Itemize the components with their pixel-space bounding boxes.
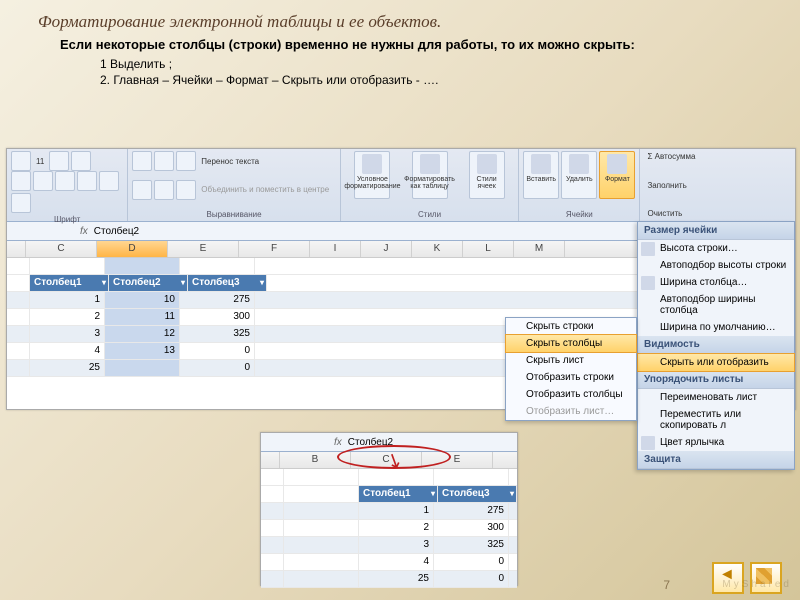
hdr3[interactable]: Столбец3: [188, 275, 267, 291]
border-button[interactable]: [77, 171, 97, 191]
shrink-font-button[interactable]: [71, 151, 91, 171]
menu-autofit-col[interactable]: Автоподбор ширины столбца: [638, 291, 794, 319]
fillcolor-button[interactable]: [99, 171, 119, 191]
row-height-icon: [641, 242, 655, 256]
italic-button[interactable]: [33, 171, 53, 191]
menu-hide-unhide[interactable]: Скрыть или отобразить: [637, 353, 795, 372]
format-table-button[interactable]: Форматировать как таблицу: [412, 151, 448, 199]
table-row: 40: [261, 554, 517, 571]
submenu-hide-cols[interactable]: Скрыть столбцы: [505, 334, 637, 353]
selectall-2[interactable]: [261, 452, 280, 468]
col-i[interactable]: I: [310, 241, 361, 257]
menu-col-width[interactable]: Ширина столбца…: [638, 274, 794, 291]
cells-group-label: Ячейки: [523, 208, 635, 219]
header-row-2: Столбец1 Столбец3: [261, 486, 517, 503]
submenu-show-sheet[interactable]: Отобразить лист…: [506, 403, 636, 420]
merge-button[interactable]: Объединить и поместить в центре: [198, 184, 332, 195]
align-mid-button[interactable]: [154, 151, 174, 171]
menu-tabcolor[interactable]: Цвет ярлычка: [638, 434, 794, 451]
subtitle: Если некоторые столбцы (строки) временно…: [0, 36, 800, 56]
align-left-button[interactable]: [132, 180, 152, 200]
menu-autofit-row[interactable]: Автоподбор высоты строки: [638, 257, 794, 274]
font-group-label: Шрифт: [11, 213, 123, 224]
fontsize[interactable]: 11: [33, 156, 47, 167]
col-l[interactable]: L: [463, 241, 514, 257]
insert-button[interactable]: Вставить: [523, 151, 559, 199]
grow-font-button[interactable]: [49, 151, 69, 171]
fill-button[interactable]: Заполнить: [644, 180, 791, 191]
menu-move[interactable]: Переместить или скопировать л: [638, 406, 794, 434]
col-f[interactable]: F: [239, 241, 310, 257]
hdr1-2[interactable]: Столбец1: [359, 486, 438, 502]
menu-header-size: Размер ячейки: [638, 222, 794, 240]
align-center-button[interactable]: [154, 180, 174, 200]
clear-button[interactable]: Очистить: [644, 208, 791, 219]
table-row: 2300: [261, 520, 517, 537]
hdr2-2[interactable]: Столбец3: [438, 486, 517, 502]
table-row: 1275: [261, 503, 517, 520]
align-top-button[interactable]: [132, 151, 152, 171]
page-title: Форматирование электронной таблицы и ее …: [0, 0, 800, 36]
table-row: 3325: [261, 537, 517, 554]
fontcolor-button[interactable]: [11, 193, 31, 213]
col-c[interactable]: C: [26, 241, 97, 257]
menu-rename[interactable]: Переименовать лист: [638, 389, 794, 406]
menu-header-vis: Видимость: [638, 336, 794, 354]
menu-header-protect: Защита: [638, 451, 794, 469]
hide-submenu: Скрыть строки Скрыть столбцы Скрыть лист…: [505, 317, 637, 421]
submenu-hide-rows[interactable]: Скрыть строки: [506, 318, 636, 335]
col-e[interactable]: E: [168, 241, 239, 257]
excel-screenshot-before: 11 Шрифт Перенос текста: [6, 148, 796, 410]
fx-icon[interactable]: fx: [74, 226, 94, 237]
menu-row-height[interactable]: Высота строки…: [638, 240, 794, 257]
cell-styles-button[interactable]: Стили ячеек: [469, 151, 505, 199]
styles-group-label: Стили: [345, 208, 514, 219]
submenu-show-cols[interactable]: Отобразить столбцы: [506, 386, 636, 403]
hdr1[interactable]: Столбец1: [30, 275, 109, 291]
submenu-show-rows[interactable]: Отобразить строки: [506, 369, 636, 386]
col-d[interactable]: D: [97, 241, 168, 257]
page-number: 7: [663, 578, 670, 592]
align-bot-button[interactable]: [176, 151, 196, 171]
ribbon: 11 Шрифт Перенос текста: [7, 149, 795, 222]
format-dropdown: Размер ячейки Высота строки… Автоподбор …: [637, 221, 795, 470]
col-m[interactable]: M: [514, 241, 565, 257]
selectall[interactable]: [7, 241, 26, 257]
align-right-button[interactable]: [176, 180, 196, 200]
formula-value[interactable]: Столбец2: [94, 226, 139, 237]
hdr2[interactable]: Столбец2: [109, 275, 188, 291]
menu-header-org: Упорядочить листы: [638, 371, 794, 389]
align-group-label: Выравнивание: [132, 208, 336, 219]
tabcolor-icon: [641, 436, 655, 450]
step2: 2. Главная – Ячейки – Формат – Скрыть ил…: [100, 72, 800, 88]
col-j[interactable]: J: [361, 241, 412, 257]
bold-button[interactable]: [11, 171, 31, 191]
col-k[interactable]: K: [412, 241, 463, 257]
underline-button[interactable]: [55, 171, 75, 191]
delete-button[interactable]: Удалить: [561, 151, 597, 199]
menu-default-width[interactable]: Ширина по умолчанию…: [638, 319, 794, 336]
step1: 1 Выделить ;: [100, 56, 800, 72]
submenu-hide-sheet[interactable]: Скрыть лист: [506, 352, 636, 369]
wrap-text-button[interactable]: Перенос текста: [198, 156, 262, 167]
table-row: 250: [261, 571, 517, 588]
cond-format-button[interactable]: Условное форматирование: [354, 151, 390, 199]
font-button[interactable]: [11, 151, 31, 171]
format-button[interactable]: Формат: [599, 151, 635, 199]
watermark: MyShared: [722, 579, 792, 590]
fx-icon-2[interactable]: fx: [328, 437, 348, 448]
steps: 1 Выделить ; 2. Главная – Ячейки – Форма…: [0, 56, 800, 94]
autosum-button[interactable]: Σ Автосумма: [644, 151, 791, 162]
col-width-icon: [641, 276, 655, 290]
